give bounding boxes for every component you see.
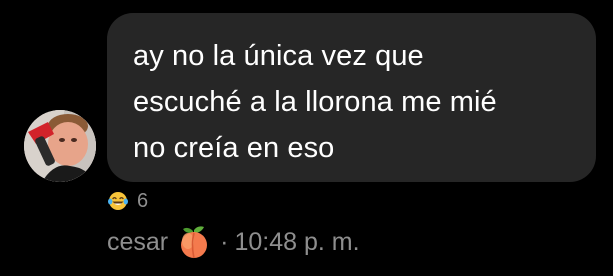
meta-separator: · <box>220 228 229 256</box>
laughing-tears-emoji-icon <box>108 192 128 210</box>
message-text: ay no la única vez que escuché a la llor… <box>133 40 497 164</box>
sender-name[interactable]: cesar <box>107 222 168 262</box>
message-row: ay no la única vez que escuché a la llor… <box>0 0 613 276</box>
avatar-photo-icon <box>24 110 96 182</box>
reaction-summary[interactable]: 6 <box>107 189 148 213</box>
message-bubble[interactable]: ay no la única vez que escuché a la llor… <box>107 13 596 182</box>
message-meta: cesar · 10:48 p. m. <box>107 222 360 262</box>
peach-emoji-icon <box>181 226 208 259</box>
reaction-count: 6 <box>137 190 149 212</box>
message-time: 10:48 p. m. <box>234 228 360 256</box>
avatar[interactable] <box>24 110 96 182</box>
